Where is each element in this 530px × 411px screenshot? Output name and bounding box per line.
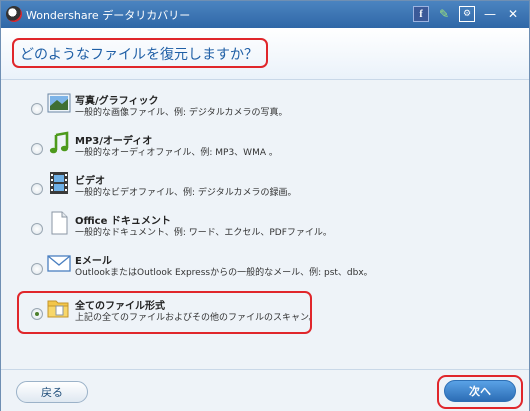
option-audio[interactable]: MP3/オーディオ 一般的なオーディオファイル、例: MP3、WMA 。 [9, 131, 509, 171]
option-email[interactable]: Eメール OutlookまたはOutlook Expressからの一般的なメール… [9, 251, 509, 291]
app-window: Wondershare データリカバリー f ✎ ⚙ — ✕ どのようなファイル… [0, 0, 530, 411]
minimize-icon[interactable]: — [482, 6, 498, 22]
radio-video[interactable] [31, 183, 43, 195]
next-button[interactable]: 次へ [444, 380, 516, 402]
header: どのようなファイルを復元しますか？ [1, 28, 529, 80]
footer: 戻る 次へ [1, 369, 529, 411]
option-video[interactable]: ビデオ 一般的なビデオファイル、例: デジタルカメラの録画。 [9, 171, 509, 211]
radio-email[interactable] [31, 263, 43, 275]
settings-icon[interactable]: ⚙ [459, 6, 475, 22]
selected-option-highlight [17, 291, 312, 334]
window-title: Wondershare データリカバリー [26, 9, 191, 22]
app-logo-icon [6, 6, 22, 22]
page-title: どのようなファイルを復元しますか？ [12, 38, 268, 68]
music-note-icon [49, 131, 69, 154]
radio-audio[interactable] [31, 143, 43, 155]
close-icon[interactable]: ✕ [505, 6, 521, 22]
photo-icon [47, 93, 71, 113]
facebook-icon[interactable]: f [413, 6, 429, 22]
film-icon [50, 172, 68, 194]
radio-document[interactable] [31, 223, 43, 235]
document-icon [51, 211, 68, 235]
option-document[interactable]: Office ドキュメント 一般的なドキュメント、例: ワード、エクセル、PDF… [9, 211, 509, 251]
back-button[interactable]: 戻る [16, 381, 88, 403]
radio-photo[interactable] [31, 103, 43, 115]
chat-icon[interactable]: ✎ [436, 6, 452, 22]
file-type-options: 写真/グラフィック 一般的な画像ファイル、例: デジタルカメラの写真。 MP3/… [9, 86, 521, 361]
envelope-icon [47, 255, 71, 272]
title-bar: Wondershare データリカバリー f ✎ ⚙ — ✕ [1, 1, 529, 28]
option-photo[interactable]: 写真/グラフィック 一般的な画像ファイル、例: デジタルカメラの写真。 [9, 91, 509, 131]
